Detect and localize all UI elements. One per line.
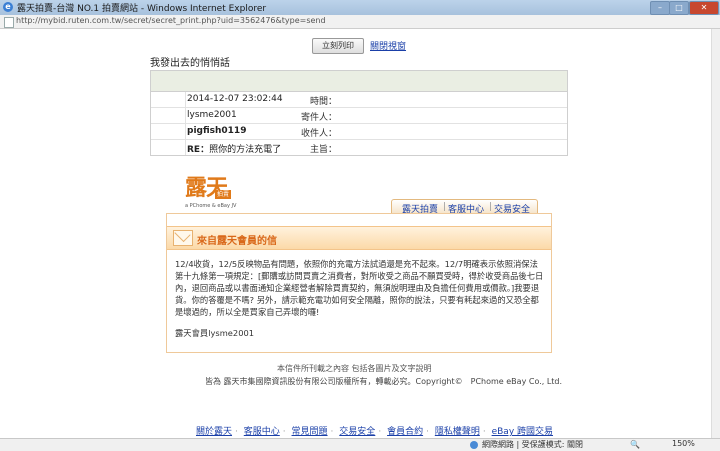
footer-link-service[interactable]: 客服中心 <box>244 427 280 437</box>
footer-link-safety[interactable]: 交易安全 <box>339 427 375 437</box>
zoom-icon[interactable]: 🔍 <box>630 440 640 449</box>
recipient-name: pigfish0119 <box>187 126 247 136</box>
ruten-logo: 露天 拍賣 a PChome & eBay JV <box>185 170 237 212</box>
page-icon <box>4 17 14 28</box>
logo-badge: 拍賣 <box>215 190 231 199</box>
member-mail-card: 來自露天會員的信 12/4收貨，12/5反映物品有問題，依照你的充電方法試過還是… <box>166 213 552 353</box>
recipient-value: pigfish0119 <box>187 126 246 136</box>
meta-row-time: 時間： 2014-12-07 23:02:44 <box>151 92 567 108</box>
tab-separator: | <box>443 202 447 212</box>
mail-body: 12/4收貨，12/5反映物品有問題，依照你的充電方法試過還是充不起來。12/7… <box>175 259 544 317</box>
recipient-label: 收件人： <box>300 129 337 139</box>
mail-card-header: 來自露天會員的信 <box>167 226 551 250</box>
footer-notice: 本信件所刊載之內容 包括各圖片及文字說明 <box>277 364 432 373</box>
footer-link-faq[interactable]: 常見問題 <box>292 427 328 437</box>
sender-label: 寄件人： <box>300 113 337 123</box>
vertical-scrollbar[interactable] <box>711 29 720 438</box>
subject-prefix: RE： <box>187 145 210 155</box>
sender-value: lysme2001 <box>187 110 237 120</box>
meta-divider <box>185 92 186 107</box>
meta-divider <box>185 140 186 155</box>
maximize-button[interactable]: □ <box>669 1 689 15</box>
tab-separator: | <box>489 202 493 212</box>
mail-signature: 露天會員lysme2001 <box>175 328 255 338</box>
meta-header <box>151 71 567 92</box>
footer-link-about[interactable]: 關於露天 <box>196 427 232 437</box>
address-bar[interactable]: http://mybid.ruten.com.tw/secret/secret_… <box>0 15 720 29</box>
status-bar: 網際網路 | 受保護模式: 關閉 🔍 150% <box>0 438 720 451</box>
footer-link-privacy[interactable]: 隱私權聲明 <box>435 427 480 437</box>
subject-label: 主旨： <box>309 145 337 155</box>
footer-links: 關於露天 · 客服中心 · 常見問題 · 交易安全 · 會員合約 · 隱私權聲明 · eBa… <box>196 427 554 437</box>
footer-link-ebay[interactable]: eBay 跨國交易 <box>492 427 553 437</box>
mail-tabs: 露天拍賣 | 客服中心 | 交易安全 <box>391 199 538 215</box>
time-label: 時間： <box>309 97 337 107</box>
subject-text: 照你的方法充電了 <box>209 145 282 155</box>
close-window-button[interactable]: ✕ <box>689 1 719 15</box>
meta-row-recipient: 收件人： pigfish0119 <box>151 124 567 140</box>
meta-divider <box>185 108 186 123</box>
footer-copyright: 皆為 露天市集國際資訊股份有限公司版權所有，轉載必究。Copyright© PC… <box>205 377 563 386</box>
meta-row-subject: 主旨： RE：照你的方法充電了 <box>151 140 567 155</box>
close-window-link[interactable]: 關閉視窗 <box>370 39 406 52</box>
logo-subtitle: a PChome & eBay JV <box>185 203 237 209</box>
meta-row-sender: 寄件人： lysme2001 <box>151 108 567 124</box>
subject-value: RE：照你的方法充電了 <box>187 142 281 155</box>
window-title-bar: e 露天拍賣-台灣 NO.1 拍賣網站 - Windows Internet E… <box>0 0 720 16</box>
meta-divider <box>185 124 186 139</box>
zoom-level[interactable]: 150% <box>672 439 695 448</box>
message-meta-table: 時間： 2014-12-07 23:02:44 寄件人： lysme2001 收… <box>150 70 568 156</box>
minimize-button[interactable]: – <box>650 1 670 15</box>
print-now-button[interactable]: 立刻列印 <box>312 38 364 54</box>
ie-logo-icon: e <box>3 2 13 12</box>
envelope-icon <box>173 230 193 246</box>
mail-card-title: 來自露天會員的信 <box>197 236 277 247</box>
globe-icon <box>470 441 478 449</box>
security-zone[interactable]: 網際網路 | 受保護模式: 關閉 <box>482 439 583 450</box>
window-title: 露天拍賣-台灣 NO.1 拍賣網站 - Windows Internet Exp… <box>17 4 267 14</box>
address-url[interactable]: http://mybid.ruten.com.tw/secret/secret_… <box>16 16 326 25</box>
page-title: 我發出去的悄悄話 <box>150 58 230 69</box>
footer-link-agreement[interactable]: 會員合約 <box>387 427 423 437</box>
time-value: 2014-12-07 23:02:44 <box>187 94 283 104</box>
